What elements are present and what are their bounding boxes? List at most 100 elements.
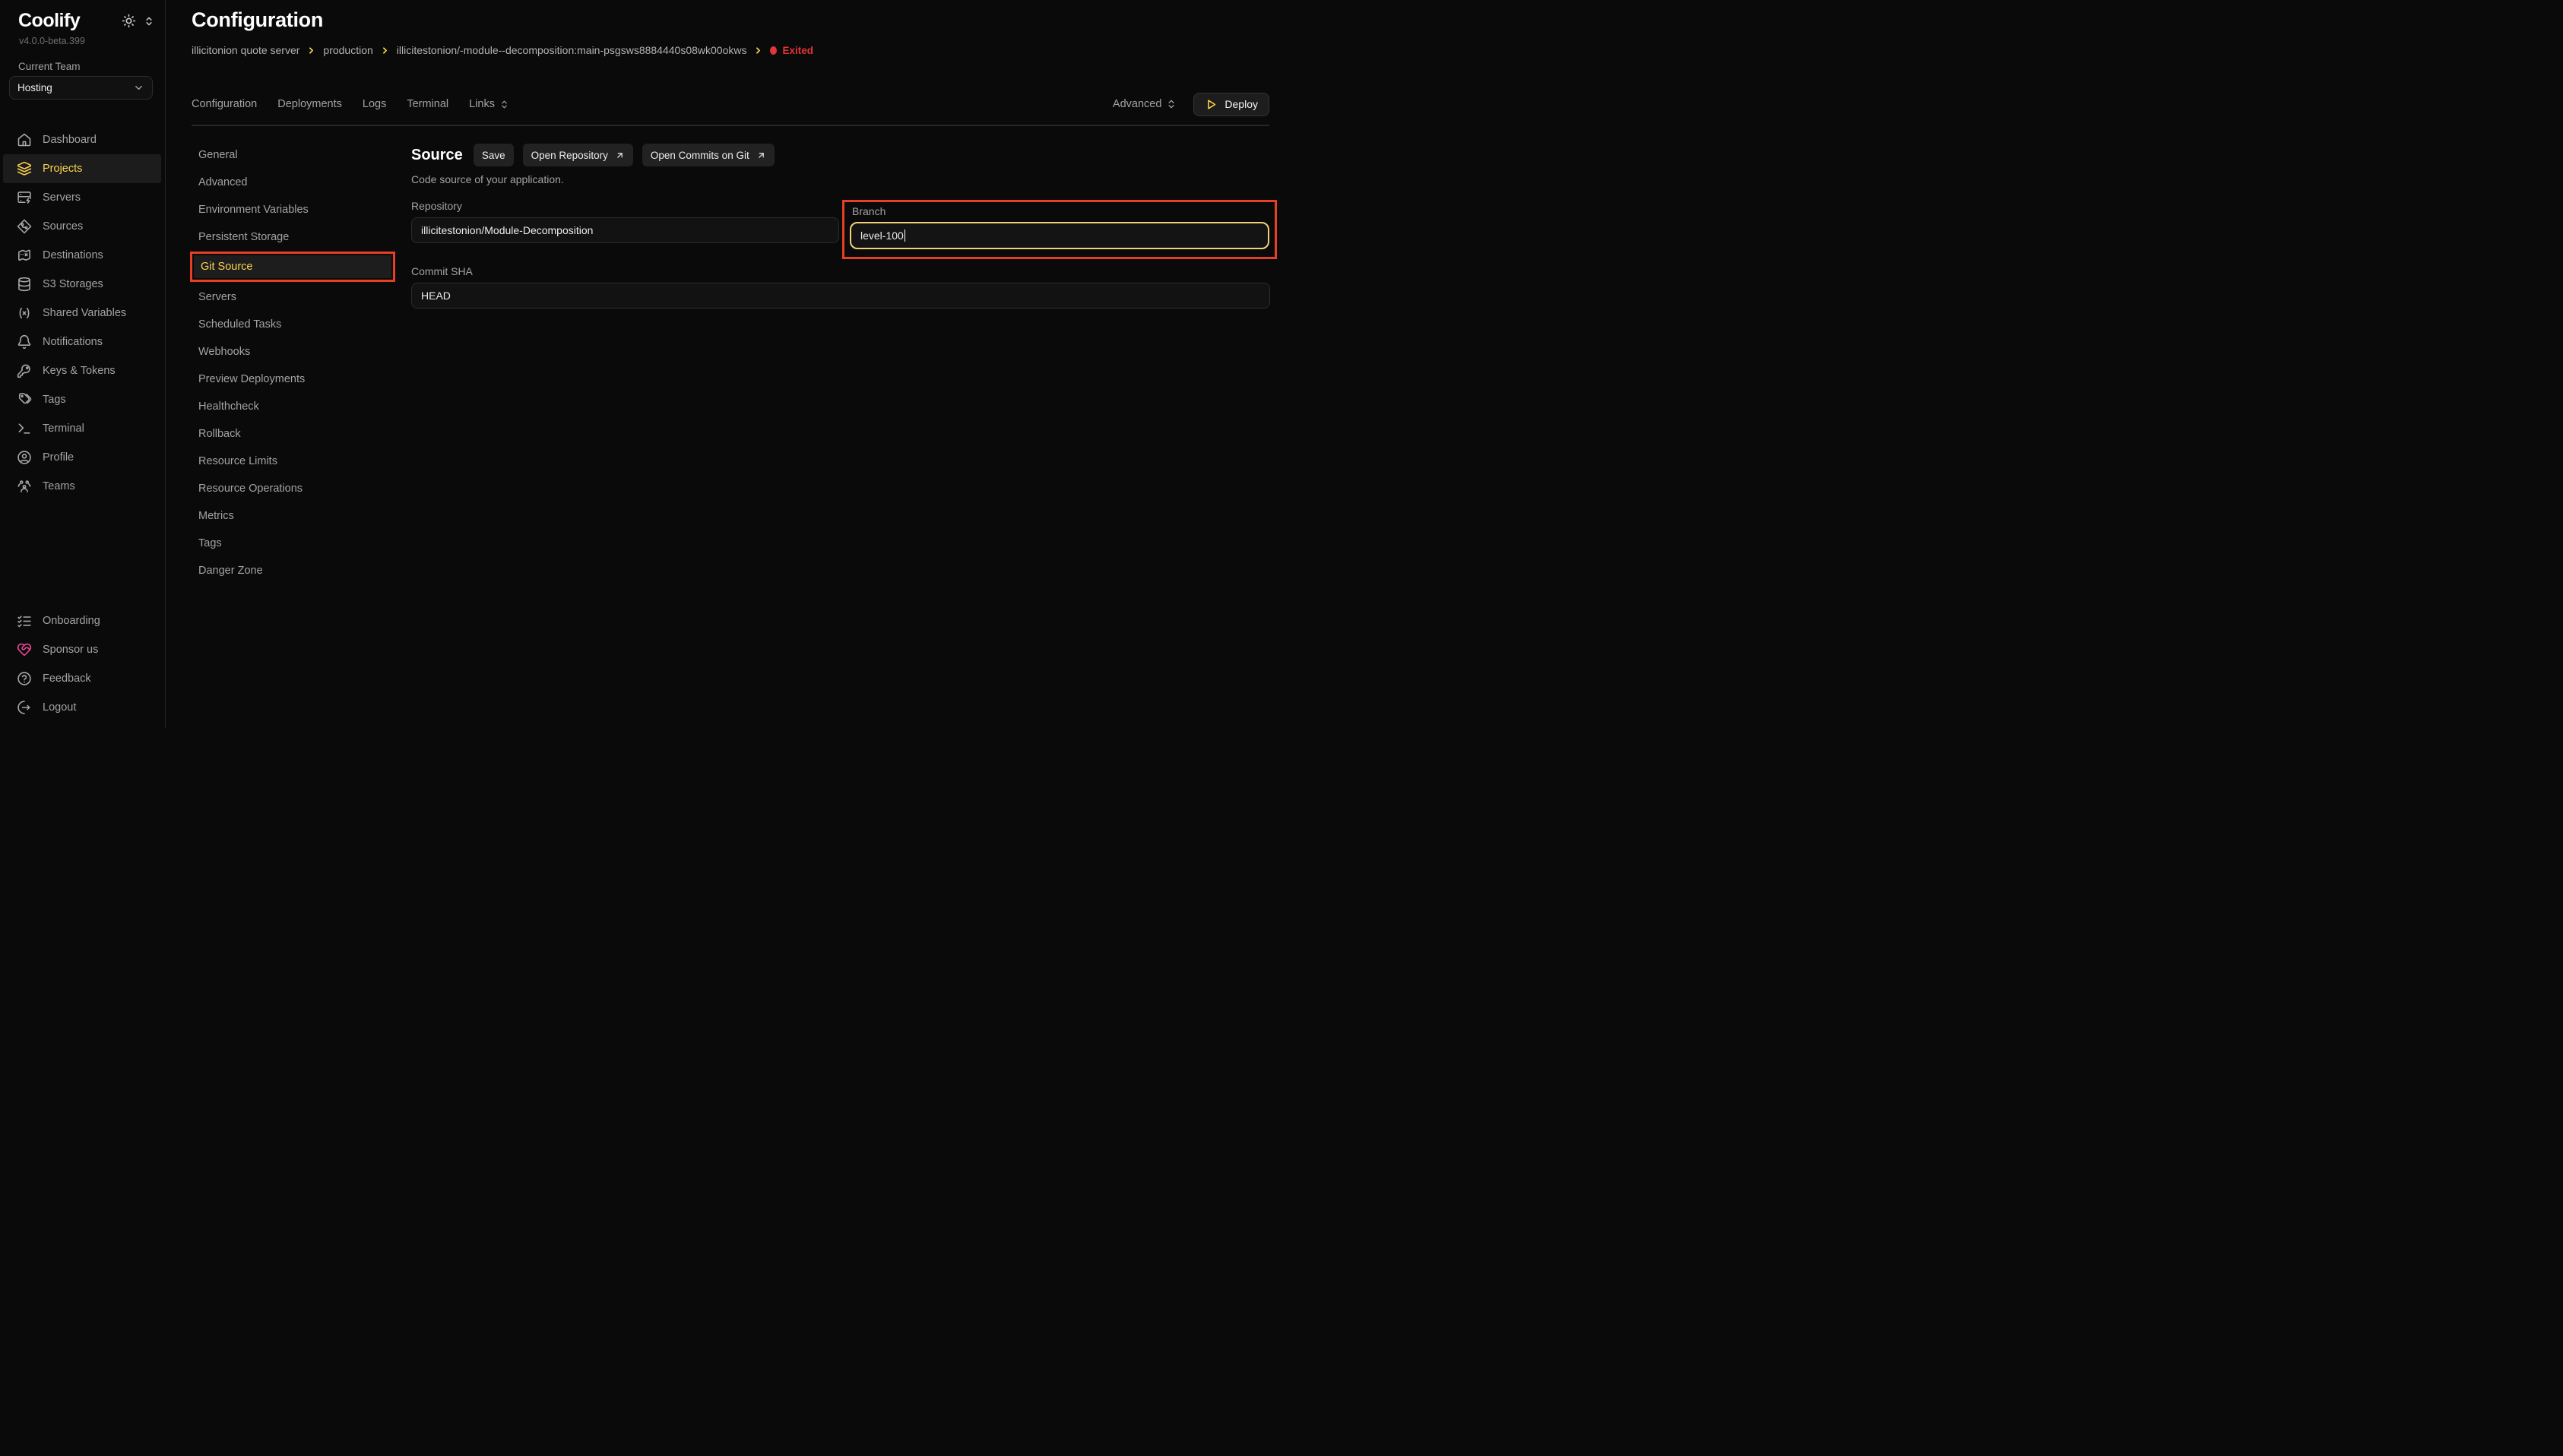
subnav-item-resource-limits[interactable]: Resource Limits: [192, 448, 397, 475]
checklist-icon: [17, 613, 32, 628]
sidebar-item-feedback[interactable]: Feedback: [3, 664, 161, 693]
subnav-item-danger-zone[interactable]: Danger Zone: [192, 557, 397, 584]
subnav-item-tags[interactable]: Tags: [192, 530, 397, 557]
sidebar-item-dashboard[interactable]: Dashboard: [3, 125, 161, 154]
subnav-item-environment-variables[interactable]: Environment Variables: [192, 196, 397, 223]
source-heading: Source: [411, 147, 463, 164]
main-area: Configuration illicitonion quote server p…: [166, 0, 1282, 728]
tab-deployments[interactable]: Deployments: [277, 98, 342, 110]
sidebar: Coolify v4.0.0-beta.399 Current Team Hos…: [0, 0, 166, 728]
open-repository-label: Open Repository: [531, 150, 608, 161]
sidebar-item-label: Keys & Tokens: [43, 365, 116, 377]
branch-input[interactable]: level-100: [850, 222, 1269, 249]
play-icon: [1205, 98, 1218, 111]
chevrons-up-down-icon: [1166, 99, 1177, 109]
team-select[interactable]: Hosting: [9, 76, 153, 100]
open-commits-label: Open Commits on Git: [651, 150, 749, 161]
subnav-item-preview-deployments[interactable]: Preview Deployments: [192, 366, 397, 393]
database-icon: [17, 277, 32, 292]
source-panel: Source Save Open Repository Open Commits…: [397, 141, 1270, 584]
branch-value: level-100: [860, 229, 904, 242]
breadcrumb: illicitonion quote server production illic…: [192, 44, 813, 56]
sidebar-item-label: Feedback: [43, 673, 91, 685]
tab-label: Terminal: [407, 98, 448, 110]
sidebar-item-s3-storages[interactable]: S3 Storages: [3, 270, 161, 299]
save-label: Save: [482, 150, 505, 161]
logo-row: Coolify: [18, 10, 154, 32]
sidebar-item-servers[interactable]: Servers: [3, 183, 161, 212]
chevrons-up-down-icon: [499, 100, 509, 109]
subnav-item-webhooks[interactable]: Webhooks: [192, 338, 397, 366]
tab-logs[interactable]: Logs: [363, 98, 386, 110]
subnav-item-resource-operations[interactable]: Resource Operations: [192, 475, 397, 502]
theme-toggle-sun-icon[interactable]: [122, 14, 136, 28]
subnav-item-general[interactable]: General: [192, 141, 397, 169]
tags-icon: [17, 392, 32, 407]
sidebar-item-onboarding[interactable]: Onboarding: [3, 606, 161, 635]
subnav-item-git-source[interactable]: Git Source: [194, 255, 391, 278]
repo-branch-row: Repository illicitestonion/Module-Decomp…: [411, 200, 1270, 259]
git-source-annotation-box: Git Source: [190, 252, 395, 282]
sidebar-item-terminal[interactable]: Terminal: [3, 414, 161, 443]
app-logo[interactable]: Coolify: [18, 10, 80, 32]
deploy-label: Deploy: [1224, 98, 1258, 110]
sidebar-item-label: Tags: [43, 394, 66, 406]
sidebar-item-destinations[interactable]: Destinations: [3, 241, 161, 270]
sidebar-item-shared-variables[interactable]: Shared Variables: [3, 299, 161, 328]
save-button[interactable]: Save: [474, 144, 514, 166]
config-subnav: GeneralAdvancedEnvironment VariablesPers…: [192, 141, 397, 584]
subnav-item-metrics[interactable]: Metrics: [192, 502, 397, 530]
git-source-icon: [17, 219, 32, 234]
sidebar-item-tags[interactable]: Tags: [3, 385, 161, 414]
repository-field: Repository illicitestonion/Module-Decomp…: [411, 200, 839, 243]
sidebar-item-label: Teams: [43, 480, 75, 492]
heart-hands-icon: [17, 642, 32, 657]
subnav-item-servers[interactable]: Servers: [192, 283, 397, 311]
breadcrumb-item-3[interactable]: illicitestonion/-module--decomposition:m…: [397, 44, 747, 56]
logo-icons: [122, 14, 154, 28]
advanced-dropdown[interactable]: Advanced: [1113, 98, 1177, 110]
sidebar-item-keys-tokens[interactable]: Keys & Tokens: [3, 356, 161, 385]
open-commits-button[interactable]: Open Commits on Git: [642, 144, 775, 166]
breadcrumb-item-1[interactable]: illicitonion quote server: [192, 44, 299, 56]
sidebar-item-label: Destinations: [43, 249, 103, 261]
sidebar-footer-nav: OnboardingSponsor us Feedback Logout: [0, 606, 166, 722]
sidebar-item-label: Projects: [43, 163, 82, 175]
sidebar-item-teams[interactable]: Teams: [3, 472, 161, 501]
tab-links[interactable]: Links: [469, 98, 509, 110]
sidebar-item-sources[interactable]: Sources: [3, 212, 161, 241]
home-icon: [17, 132, 32, 147]
sidebar-item-profile[interactable]: Profile: [3, 443, 161, 472]
sidebar-item-notifications[interactable]: Notifications: [3, 328, 161, 356]
status-badge: Exited: [770, 45, 813, 56]
advanced-label: Advanced: [1113, 98, 1162, 110]
chevrons-up-down-icon[interactable]: [144, 16, 154, 27]
tabs: Configuration Deployments Logs Terminal Link…: [192, 98, 530, 110]
deploy-button[interactable]: Deploy: [1193, 93, 1269, 116]
subnav-item-healthcheck[interactable]: Healthcheck: [192, 393, 397, 420]
sidebar-item-label: Shared Variables: [43, 307, 126, 319]
tabs-right: Advanced Deploy: [1113, 93, 1269, 116]
text-cursor: [904, 229, 906, 242]
sidebar-item-logout[interactable]: Logout: [3, 693, 161, 722]
subnav-item-persistent-storage[interactable]: Persistent Storage: [192, 223, 397, 251]
commit-sha-input[interactable]: HEAD: [411, 283, 1270, 309]
tab-terminal[interactable]: Terminal: [407, 98, 448, 110]
breadcrumb-item-2[interactable]: production: [323, 44, 372, 56]
sidebar-nav: Dashboard Projects ServersSources Destinati…: [0, 125, 166, 501]
bell-icon: [17, 334, 32, 350]
commit-sha-field: Commit SHA HEAD: [411, 265, 1270, 309]
chevron-down-icon: [133, 82, 144, 93]
sidebar-item-sponsor-us[interactable]: Sponsor us: [3, 635, 161, 664]
chevron-right-icon: [306, 46, 316, 55]
subnav-item-advanced[interactable]: Advanced: [192, 169, 397, 196]
open-repository-button[interactable]: Open Repository: [523, 144, 633, 166]
sidebar-item-projects[interactable]: Projects: [3, 154, 161, 183]
tab-configuration[interactable]: Configuration: [192, 98, 257, 110]
subnav-item-rollback[interactable]: Rollback: [192, 420, 397, 448]
source-header: Source Save Open Repository Open Commits…: [411, 144, 1270, 166]
subnav-item-scheduled-tasks[interactable]: Scheduled Tasks: [192, 311, 397, 338]
tabs-row: Configuration Deployments Logs Terminal Link…: [192, 93, 1269, 116]
repository-input[interactable]: illicitestonion/Module-Decomposition: [411, 217, 839, 243]
server-icon: [17, 190, 32, 205]
